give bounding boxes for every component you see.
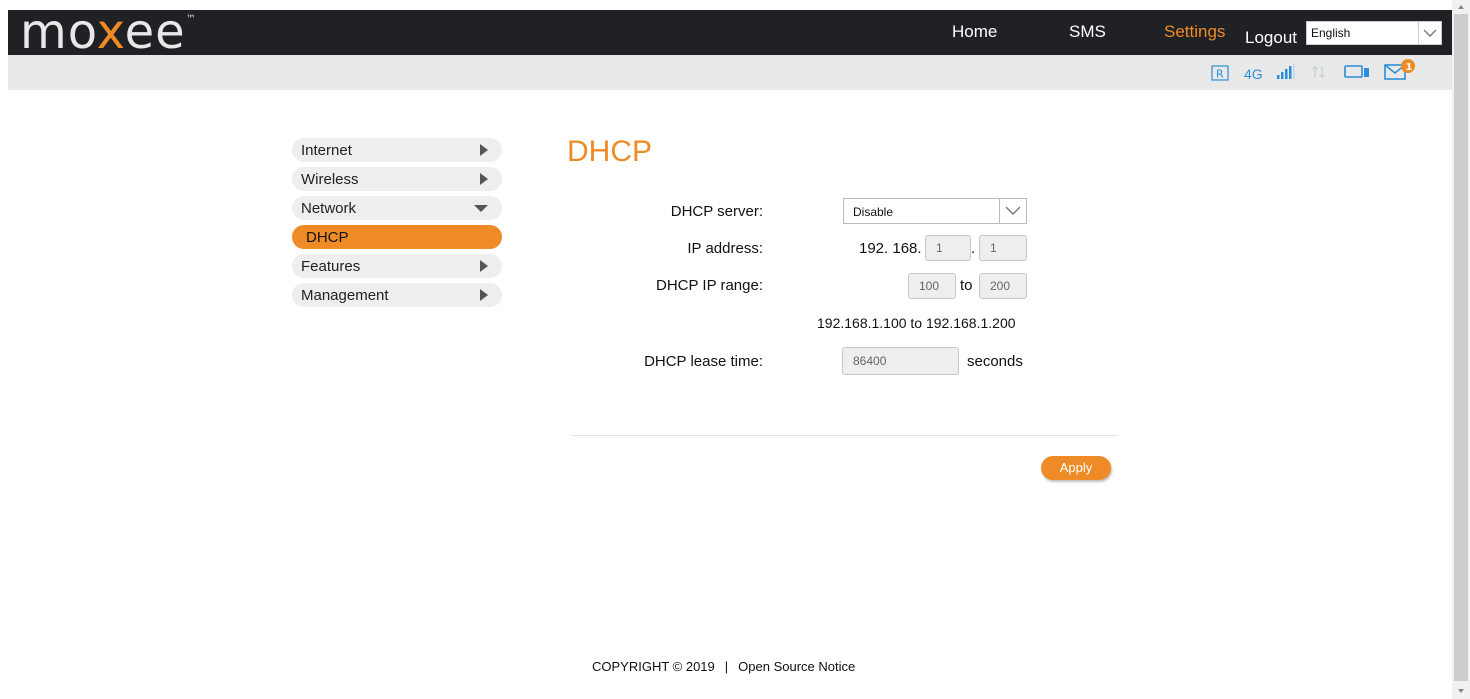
sidebar-item-dhcp[interactable]: DHCP [292, 225, 502, 249]
sidebar-item-label: Management [301, 287, 389, 304]
page-title: DHCP [567, 135, 653, 168]
sidebar-item-features[interactable]: Features [292, 254, 502, 278]
nav-home[interactable]: Home [952, 22, 997, 42]
chevron-down-icon[interactable] [1418, 22, 1441, 44]
sidebar-item-internet[interactable]: Internet [292, 138, 502, 162]
chevron-down-icon [474, 205, 488, 212]
chevron-right-icon [480, 173, 488, 185]
sidebar-item-label: DHCP [306, 229, 349, 246]
lease-time-input[interactable]: 86400 [842, 347, 959, 375]
chevron-right-icon [480, 289, 488, 301]
scroll-down-icon[interactable] [1458, 689, 1464, 693]
ip-octet4-input[interactable]: 1 [979, 235, 1027, 261]
header-bar: moxee™ Home SMS Settings Logout English [8, 4, 1452, 60]
svg-text:R: R [1216, 68, 1224, 81]
language-selected: English [1311, 26, 1351, 40]
scrollbar-thumb[interactable] [1454, 14, 1468, 681]
sidebar-item-wireless[interactable]: Wireless [292, 167, 502, 191]
range-summary: 192.168.1.100 to 192.168.1.200 [817, 315, 1016, 331]
top-strip [0, 0, 1452, 10]
chevron-right-icon [480, 260, 488, 272]
chevron-down-icon[interactable] [999, 199, 1026, 223]
dhcp-server-label: DHCP server: [670, 203, 763, 220]
ip-dot: . [971, 240, 976, 257]
open-source-notice-link[interactable]: Open Source Notice [738, 659, 855, 674]
ip-octet3-input[interactable]: 1 [925, 235, 971, 261]
network-type-label: 4G [1244, 66, 1263, 82]
vertical-scrollbar[interactable] [1452, 0, 1470, 699]
form-divider [572, 435, 1118, 436]
apply-button[interactable]: Apply [1041, 456, 1111, 480]
roaming-icon: R [1211, 65, 1229, 84]
language-select[interactable]: English [1306, 21, 1442, 45]
sidebar-item-label: Internet [301, 142, 352, 159]
data-transfer-icon [1311, 64, 1327, 83]
ip-address-label: IP address: [687, 240, 763, 257]
sidebar-item-label: Features [301, 258, 361, 275]
nav-logout[interactable]: Logout [1245, 28, 1297, 48]
chevron-right-icon [480, 144, 488, 156]
nav-settings[interactable]: Settings [1164, 22, 1225, 42]
moxee-logo[interactable]: moxee™ [20, 4, 197, 60]
ip-prefix: 192. 168. [859, 240, 922, 257]
messages-icon[interactable]: 1 [1384, 59, 1418, 84]
lease-time-unit: seconds [967, 353, 1023, 370]
footer-separator: | [724, 659, 729, 674]
connected-devices-icon[interactable] [1344, 64, 1372, 83]
signal-strength-icon [1276, 64, 1296, 83]
svg-text:1: 1 [1406, 62, 1413, 73]
sidebar-item-management[interactable]: Management [292, 283, 502, 307]
range-start-input[interactable]: 100 [908, 273, 956, 299]
scroll-up-icon[interactable] [1458, 5, 1464, 9]
page: moxee™ Home SMS Settings Logout English … [0, 0, 1452, 699]
footer: COPYRIGHT © 2019 | Open Source Notice [592, 659, 855, 674]
sidebar-item-label: Network [301, 200, 357, 217]
status-bar: R 4G 1 [8, 55, 1452, 90]
sidebar-item-network[interactable]: Network [292, 196, 502, 220]
dhcp-server-value: Disable [853, 205, 894, 219]
range-end-input[interactable]: 200 [979, 273, 1027, 299]
sidebar-item-label: Wireless [301, 171, 359, 188]
range-to-label: to [960, 277, 973, 294]
lease-time-label: DHCP lease time: [644, 353, 763, 370]
nav-sms[interactable]: SMS [1069, 22, 1106, 42]
settings-sidebar: Internet Wireless Network DHCP Features … [292, 138, 502, 312]
copyright-text: COPYRIGHT © 2019 [592, 659, 715, 674]
dhcp-server-select[interactable]: Disable [843, 198, 1027, 224]
dhcp-range-label: DHCP IP range: [656, 277, 763, 294]
